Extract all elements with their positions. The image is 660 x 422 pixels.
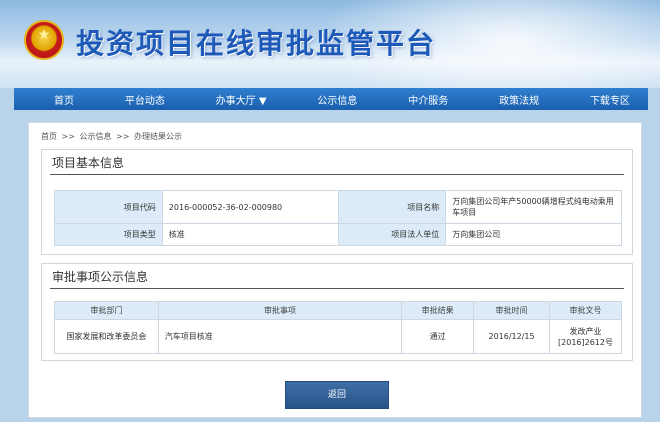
nav-home[interactable]: 首页 (54, 92, 74, 107)
col-doc-no: 审批文号 (549, 301, 622, 320)
approval-info-title: 审批事项公示信息 (52, 270, 149, 284)
project-type-label: 项目类型 (54, 223, 163, 246)
section-divider (50, 174, 624, 175)
col-department: 审批部门 (54, 301, 159, 320)
national-emblem-icon (24, 20, 64, 60)
breadcrumb: 首页 >> 公示信息 >> 办理结果公示 (41, 131, 184, 142)
basic-info-table: 项目代码 2016-000052-36-02-000980 项目名称 万向集团公… (54, 190, 622, 246)
nav-service-hall[interactable]: 办事大厅 ▼ (216, 92, 267, 107)
table-row: 项目类型 核准 项目法人单位 万向集团公司 (54, 223, 622, 246)
header-banner: 投资项目在线审批监管平台 (0, 0, 660, 88)
table-row: 项目代码 2016-000052-36-02-000980 项目名称 万向集团公… (54, 190, 622, 224)
nav-agency-service[interactable]: 中介服务 (408, 92, 448, 107)
main-nav: 首页 平台动态 办事大厅 ▼ 公示信息 中介服务 政策法规 下载专区 (14, 88, 648, 110)
legal-unit-value: 万向集团公司 (445, 223, 622, 246)
back-button[interactable]: 返回 (285, 381, 389, 409)
breadcrumb-home[interactable]: 首页 (41, 132, 57, 141)
row-doc-no: 发改产业[2016]2612号 (549, 319, 622, 354)
project-code-value: 2016-000052-36-02-000980 (161, 190, 339, 224)
breadcrumb-separator: >> (61, 132, 75, 141)
project-name-label: 项目名称 (337, 190, 447, 224)
table-header-row: 审批部门 审批事项 审批结果 审批时间 审批文号 (54, 301, 622, 320)
col-item: 审批事项 (157, 301, 403, 320)
row-date: 2016/12/15 (473, 319, 551, 354)
breadcrumb-public-info[interactable]: 公示信息 (80, 132, 112, 141)
nav-public-info[interactable]: 公示信息 (317, 92, 357, 107)
content-panel: 首页 >> 公示信息 >> 办理结果公示 项目基本信息 项目代码 2016-00… (28, 122, 642, 418)
row-item: 汽车项目核准 (157, 319, 403, 354)
section-divider (50, 288, 624, 289)
project-code-label: 项目代码 (54, 190, 163, 224)
nav-downloads[interactable]: 下载专区 (590, 92, 630, 107)
breadcrumb-separator: >> (116, 132, 130, 141)
table-row: 国家发展和改革委员会 汽车项目核准 通过 2016/12/15 发改产业[201… (54, 319, 622, 354)
col-result: 审批结果 (401, 301, 475, 320)
project-type-value: 核准 (161, 223, 339, 246)
nav-policy[interactable]: 政策法规 (499, 92, 539, 107)
site-title: 投资项目在线审批监管平台 (76, 27, 437, 60)
row-result: 通过 (401, 319, 475, 354)
project-name-value: 万向集团公司年产50000辆增程式纯电动乘用车项目 (445, 190, 622, 224)
basic-info-section: 项目基本信息 项目代码 2016-000052-36-02-000980 项目名… (41, 149, 633, 255)
approval-table: 审批部门 审批事项 审批结果 审批时间 审批文号 国家发展和改革委员会 汽车项目… (54, 301, 622, 354)
nav-platform-news[interactable]: 平台动态 (125, 92, 165, 107)
breadcrumb-current: 办理结果公示 (134, 132, 182, 141)
legal-unit-label: 项目法人单位 (337, 223, 447, 246)
col-date: 审批时间 (473, 301, 551, 320)
approval-info-section: 审批事项公示信息 审批部门 审批事项 审批结果 审批时间 审批文号 国家发展和改… (41, 263, 633, 361)
row-department: 国家发展和改革委员会 (54, 319, 159, 354)
basic-info-title: 项目基本信息 (52, 156, 125, 170)
